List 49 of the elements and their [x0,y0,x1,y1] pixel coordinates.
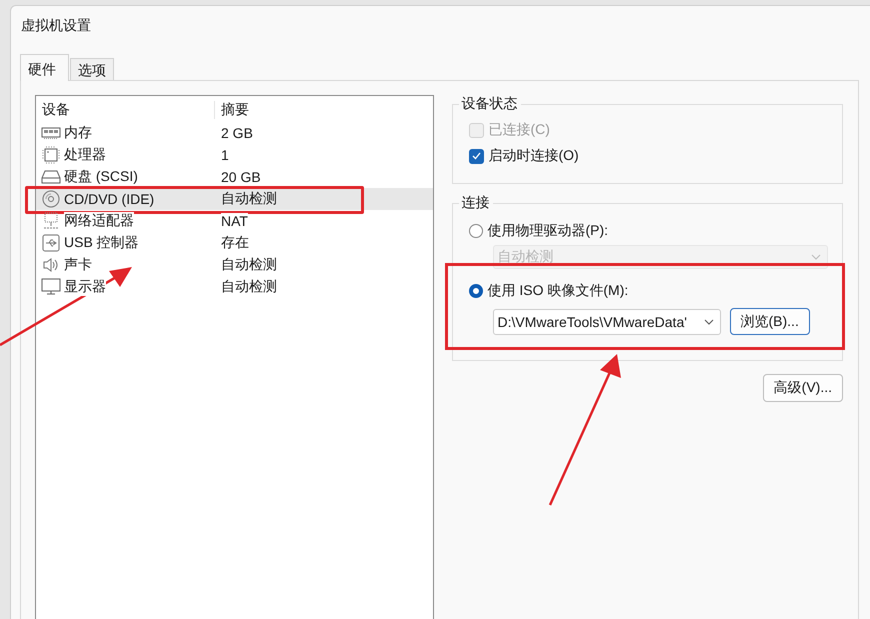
device-row[interactable]: 声卡 自动检测 [36,254,432,276]
tab[interactable]: 硬件 [20,54,69,81]
checkbox-label: 启动时连接(O) [488,147,579,165]
device-name: 声卡 [64,256,92,274]
tab[interactable]: 选项 [70,58,114,80]
device-summary: NAT [221,213,248,229]
group-title: 设备状态 [458,95,520,113]
advanced-button[interactable]: 高级(V)... [762,374,843,402]
chevron-down-icon [704,318,714,324]
check-icon [472,152,480,160]
chevron-down-icon [811,254,821,260]
device-summary: 存在 [221,234,249,250]
checkbox-label: 已连接(C) [488,121,550,139]
device-name: 处理器 [64,146,106,164]
checkbox[interactable] [468,148,484,164]
device-row[interactable]: 硬盘 (SCSI) 20 GB [36,166,432,188]
radio-label: 使用物理驱动器(P): [488,222,608,240]
column-header: 摘要 [214,101,432,119]
device-name: 硬盘 (SCSI) [64,168,138,186]
device-row[interactable]: 网络适配器 NAT [36,210,432,232]
device-row[interactable]: 内存 2 GB [36,122,432,144]
group-title: 连接 [458,194,492,212]
radio-button[interactable] [468,224,482,238]
disc-icon [41,190,61,208]
radio-label: 使用 ISO 映像文件(M): [488,282,628,300]
usb-icon [41,234,61,252]
chip-icon [41,146,61,164]
device-row[interactable]: 处理器 1 [36,144,432,166]
device-name: 网络适配器 [64,212,134,230]
device-row[interactable]: USB 控制器 存在 [36,232,432,254]
device-summary: 1 [221,147,229,163]
browse-button[interactable]: 浏览(B)... [730,308,810,335]
device-name: 内存 [64,124,92,142]
device-summary: 自动检测 [221,190,277,206]
column-header: 设备 [41,101,71,119]
monitor-icon [41,278,61,296]
device-summary: 20 GB [221,169,261,185]
network-adapter-icon [41,212,61,230]
device-row[interactable]: 显示器 自动检测 [36,276,432,298]
memory-module-icon [41,126,61,140]
device-name: 显示器 [64,278,106,296]
device-name: CD/DVD (IDE) [64,191,154,207]
radio-button[interactable] [468,284,482,298]
window-title: 虚拟机设置 [21,17,92,35]
iso-path-dropdown[interactable]: D:\VMwareTools\VMwareData' [492,308,720,334]
device-summary: 自动检测 [221,278,277,294]
device-summary: 自动检测 [221,256,277,272]
device-name: USB 控制器 [64,234,139,252]
device-summary: 2 GB [221,125,253,141]
